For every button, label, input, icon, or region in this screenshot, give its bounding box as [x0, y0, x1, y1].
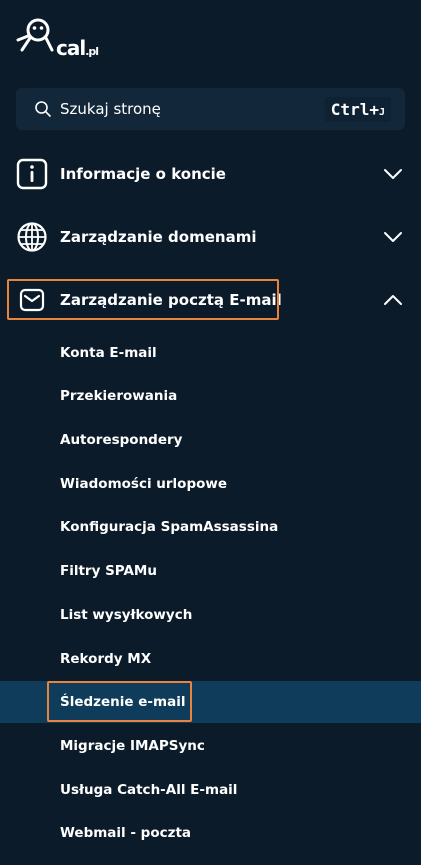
search-shortcut: Ctrl+J	[324, 96, 391, 122]
search-label: Szukaj stronę	[60, 100, 161, 118]
nav-section-account-info[interactable]: Informacje o koncie	[0, 152, 421, 196]
nav-section-label: Informacje o koncie	[60, 165, 226, 183]
nav-item-email-tracking[interactable]: Śledzenie e-mail	[0, 681, 421, 723]
nav-item-label: Usługa Catch-All E-mail	[60, 782, 238, 798]
search-input[interactable]: Szukaj stronę Ctrl+J	[16, 88, 405, 130]
nav-item-label: Webmail - poczta	[60, 825, 192, 841]
nav-item-imapsync[interactable]: Migracje IMAPSync	[0, 726, 421, 766]
nav-section-label: Zarządzanie domenami	[60, 228, 257, 246]
mascot-icon	[16, 18, 54, 52]
nav-item-label: Autorespondery	[60, 432, 183, 448]
globe-icon	[16, 221, 48, 253]
info-icon	[16, 158, 48, 190]
nav-section-email[interactable]: Zarządzanie pocztą E-mail	[0, 278, 421, 322]
nav-item-label: Rekordy MX	[60, 651, 152, 667]
nav-item-forwarders[interactable]: Przekierowania	[0, 376, 421, 416]
nav-item-label: List wysyłkowych	[60, 607, 193, 623]
nav-item-vacation-messages[interactable]: Wiadomości urlopowe	[0, 464, 421, 504]
nav-item-mx-records[interactable]: Rekordy MX	[0, 639, 421, 679]
nav-item-mailing-lists[interactable]: List wysyłkowych	[0, 595, 421, 635]
chevron-up-icon	[384, 295, 402, 305]
nav-item-label: Przekierowania	[60, 388, 178, 404]
nav-item-label: Migracje IMAPSync	[60, 738, 205, 754]
chevron-down-icon	[384, 232, 402, 242]
nav-item-label: Śledzenie e-mail	[60, 694, 186, 710]
envelope-icon	[16, 284, 48, 316]
nav-item-label: Konfiguracja SpamAssassina	[60, 519, 279, 535]
nav-item-spamassassin[interactable]: Konfiguracja SpamAssassina	[0, 507, 421, 547]
chevron-down-icon	[384, 169, 402, 179]
nav-section-label: Zarządzanie pocztą E-mail	[60, 291, 282, 309]
nav-item-label: Wiadomości urlopowe	[60, 476, 228, 492]
nav-item-webmail[interactable]: Webmail - poczta	[0, 813, 421, 853]
logo[interactable]: cal.pl	[16, 16, 136, 60]
nav-section-domains[interactable]: Zarządzanie domenami	[0, 215, 421, 259]
nav-item-spam-filters[interactable]: Filtry SPAMu	[0, 551, 421, 591]
nav-item-label: Filtry SPAMu	[60, 563, 157, 579]
nav-item-label: Konta E-mail	[60, 345, 157, 361]
search-icon	[35, 101, 51, 117]
logo-tld: .pl	[85, 45, 99, 58]
logo-text: cal	[56, 36, 86, 60]
nav-item-catch-all[interactable]: Usługa Catch-All E-mail	[0, 770, 421, 810]
nav-item-autoresponders[interactable]: Autorespondery	[0, 420, 421, 460]
nav-item-email-accounts[interactable]: Konta E-mail	[0, 333, 421, 373]
